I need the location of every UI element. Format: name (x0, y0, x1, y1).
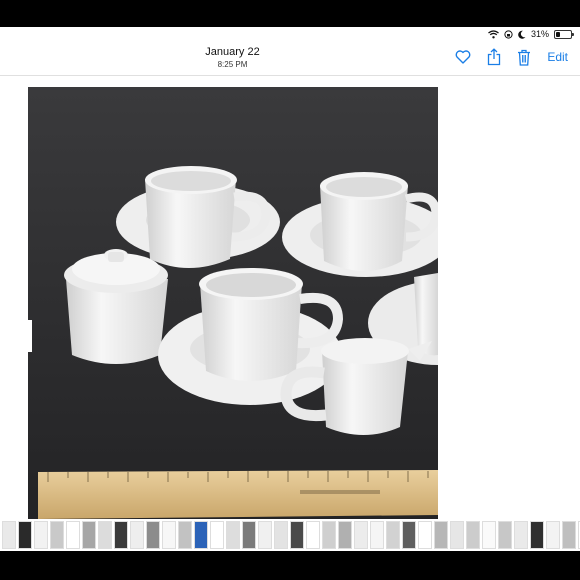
photo-time: 8:25 PM (217, 60, 248, 69)
thumbnail[interactable] (210, 521, 224, 549)
battery-icon (554, 29, 574, 39)
orientation-lock-icon (504, 29, 513, 39)
thumbnail[interactable] (18, 521, 32, 549)
thumbnail[interactable] (290, 521, 304, 549)
thumbnail[interactable] (322, 521, 336, 549)
thumbnail[interactable] (386, 521, 400, 549)
thumbnail[interactable] (402, 521, 416, 549)
thumbnail[interactable] (82, 521, 96, 549)
photo-date: January 22 (205, 46, 260, 58)
thumbnail[interactable] (546, 521, 560, 549)
thumbnail[interactable] (306, 521, 320, 549)
thumbnail[interactable] (114, 521, 128, 549)
thumbnail-strip[interactable] (0, 519, 580, 551)
wifi-icon (488, 29, 499, 39)
thumbnail[interactable] (418, 521, 432, 549)
thumbnail[interactable] (530, 521, 544, 549)
heart-icon[interactable] (455, 50, 471, 64)
photo-view[interactable] (28, 87, 438, 519)
thumbnail[interactable] (466, 521, 480, 549)
battery-level (556, 31, 560, 37)
thumbnail[interactable] (226, 521, 240, 549)
photos-app-screen: 31% January 22 8:25 PM Edit (0, 27, 580, 551)
thumbnail[interactable] (162, 521, 176, 549)
thumbnail[interactable] (274, 521, 288, 549)
battery-percent: 31% (530, 29, 549, 39)
thumbnail[interactable] (178, 521, 192, 549)
thumbnail[interactable] (370, 521, 384, 549)
thumbnail[interactable] (450, 521, 464, 549)
thumbnail[interactable] (146, 521, 160, 549)
edit-button[interactable]: Edit (547, 50, 568, 64)
toolbar-actions: Edit (455, 48, 568, 66)
thumbnail[interactable] (98, 521, 112, 549)
tea-set-photo (28, 87, 438, 519)
trash-icon[interactable] (517, 49, 531, 66)
previous-photo-indicator[interactable] (26, 320, 32, 352)
thumbnail[interactable] (562, 521, 576, 549)
thumbnail[interactable] (482, 521, 496, 549)
thumbnail[interactable] (258, 521, 272, 549)
thumbnail[interactable] (354, 521, 368, 549)
share-icon[interactable] (487, 48, 501, 66)
bottom-border (0, 551, 580, 580)
thumbnail[interactable] (514, 521, 528, 549)
thumbnail[interactable] (66, 521, 80, 549)
top-border (0, 0, 580, 27)
thumbnail[interactable] (434, 521, 448, 549)
thumbnail[interactable] (194, 521, 208, 549)
navigation-bar: January 22 8:25 PM Edit (0, 43, 580, 76)
thumbnail[interactable] (498, 521, 512, 549)
thumbnail[interactable] (130, 521, 144, 549)
thumbnail[interactable] (50, 521, 64, 549)
thumbnail[interactable] (2, 521, 16, 549)
status-icons: 31% (488, 29, 574, 39)
moon-icon (518, 30, 526, 39)
thumbnail[interactable] (242, 521, 256, 549)
thumbnail[interactable] (338, 521, 352, 549)
thumbnail[interactable] (34, 521, 48, 549)
status-bar: 31% (0, 27, 580, 43)
